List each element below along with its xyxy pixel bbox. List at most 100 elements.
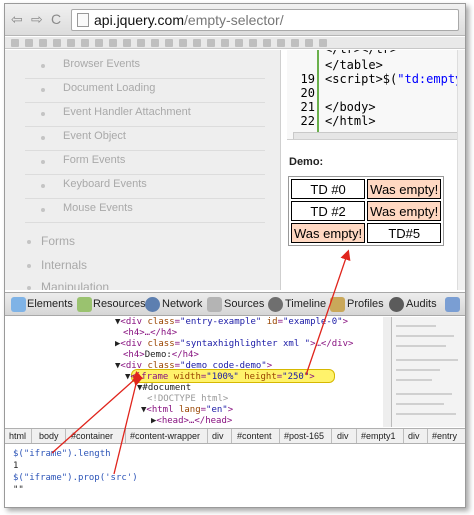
devtools-toolbar: Elements Resources Network Sources Timel…	[5, 292, 465, 316]
style-rule	[396, 379, 432, 381]
bookmark-icon[interactable]	[319, 39, 327, 47]
table-row: TD #2 Was empty!	[291, 201, 442, 221]
dom-node[interactable]: <h4>…</h4>	[123, 328, 177, 338]
bookmark-icon[interactable]	[277, 39, 285, 47]
horizontal-scrollbar[interactable]	[293, 132, 461, 139]
divider	[25, 78, 265, 79]
sidebar-item-document-loading[interactable]: Document Loading	[63, 82, 155, 94]
style-rule	[396, 393, 452, 395]
bookmark-icon[interactable]	[291, 39, 299, 47]
page-scrollbar[interactable]	[457, 50, 465, 290]
bookmark-icon[interactable]	[249, 39, 257, 47]
table-cell: TD#5	[367, 223, 442, 243]
line-number: 20	[300, 86, 315, 100]
browser-toolbar: ⇦ ⇨ C api.jquery.com/empty-selector/	[5, 4, 465, 36]
table-row: TD #0 Was empty!	[291, 179, 442, 199]
tab-profiles[interactable]: Profiles	[347, 298, 384, 310]
style-rule	[396, 325, 436, 327]
breadcrumb-item[interactable]: div	[212, 431, 224, 441]
breadcrumb-item[interactable]: #entry	[432, 431, 457, 441]
breadcrumb-item[interactable]: body	[39, 431, 59, 441]
bookmark-icon[interactable]	[193, 39, 201, 47]
bookmark-icon[interactable]	[235, 39, 243, 47]
tab-network[interactable]: Network	[162, 298, 202, 310]
bookmark-icon[interactable]	[305, 39, 313, 47]
sidebar-item-internals[interactable]: Internals	[41, 258, 87, 272]
divider	[25, 150, 265, 151]
demo-heading: Demo:	[289, 156, 324, 168]
divider	[279, 429, 280, 443]
tab-resources[interactable]: Resources	[93, 298, 146, 310]
dom-node[interactable]: <h4>Demo:</h4>	[123, 350, 199, 360]
tab-sources[interactable]: Sources	[224, 298, 264, 310]
bookmark-icon[interactable]	[179, 39, 187, 47]
dom-node[interactable]: ▶<div class="syntaxhighlighter xml ">…</…	[115, 339, 353, 349]
bookmark-icon[interactable]	[221, 39, 229, 47]
breadcrumb-item[interactable]: html	[9, 431, 26, 441]
dom-node-document[interactable]: ▼#document	[137, 383, 191, 393]
dom-node[interactable]: ▼<html lang="en">	[141, 405, 233, 415]
bookmark-icon[interactable]	[123, 39, 131, 47]
bookmark-icon[interactable]	[207, 39, 215, 47]
line-number: 21	[300, 100, 315, 114]
dom-node[interactable]: ▼<div class="demo code-demo">	[115, 361, 272, 371]
breadcrumb-item[interactable]: #post-165	[284, 431, 324, 441]
audits-icon	[389, 297, 404, 312]
breadcrumb-item[interactable]: #content	[237, 431, 272, 441]
console-panel[interactable]: $("iframe").length 1 $("iframe").prop('s…	[5, 445, 465, 507]
url-domain: api.jquery.com	[94, 12, 185, 28]
breadcrumb-item[interactable]: #empty1	[361, 431, 396, 441]
bookmark-icon[interactable]	[53, 39, 61, 47]
sidebar: Browser Events Document Loading Event Ha…	[5, 50, 281, 290]
dom-node-iframe[interactable]: ▼<iframe width="100%" height="250">	[125, 372, 315, 382]
bookmark-icon[interactable]	[165, 39, 173, 47]
sidebar-item-manipulation[interactable]: Manipulation	[41, 280, 109, 290]
bookmark-icon[interactable]	[81, 39, 89, 47]
sidebar-item-mouse-events[interactable]: Mouse Events	[63, 202, 133, 214]
bookmark-icon[interactable]	[95, 39, 103, 47]
divider	[25, 126, 265, 127]
bookmark-icon[interactable]	[67, 39, 75, 47]
address-bar[interactable]: api.jquery.com/empty-selector/	[71, 9, 459, 31]
bullet-icon	[27, 240, 31, 244]
sidebar-item-browser-events[interactable]: Browser Events	[63, 58, 140, 70]
table-cell: TD #0	[291, 179, 366, 199]
reload-icon[interactable]: C	[51, 12, 61, 26]
tab-elements[interactable]: Elements	[27, 298, 73, 310]
console-icon[interactable]	[445, 297, 460, 312]
tab-audits[interactable]: Audits	[406, 298, 437, 310]
divider	[427, 429, 428, 443]
tab-timeline[interactable]: Timeline	[285, 298, 326, 310]
style-rule	[396, 335, 454, 337]
code-sample: </tr></tr> </table> 19 <script>$("td:emp…	[287, 50, 465, 140]
sidebar-item-event-object[interactable]: Event Object	[63, 130, 126, 142]
sidebar-item-keyboard-events[interactable]: Keyboard Events	[63, 178, 147, 190]
sidebar-item-forms[interactable]: Forms	[41, 234, 75, 248]
code-line: </body>	[325, 100, 376, 114]
divider	[25, 222, 265, 223]
breadcrumb-item[interactable]: #container	[71, 431, 113, 441]
breadcrumb-item[interactable]: div	[408, 431, 420, 441]
back-icon[interactable]: ⇦	[11, 12, 23, 26]
sidebar-item-event-handler-attachment[interactable]: Event Handler Attachment	[63, 106, 191, 118]
sources-icon	[207, 297, 222, 312]
bookmark-icon[interactable]	[263, 39, 271, 47]
bookmark-icon[interactable]	[109, 39, 117, 47]
dom-node-doctype[interactable]: <!DOCTYPE html>	[147, 394, 228, 404]
table-cell-empty: Was empty!	[291, 223, 366, 243]
bookmark-icon[interactable]	[11, 39, 19, 47]
code-line: </html>	[325, 114, 376, 128]
table-cell-empty: Was empty!	[367, 201, 442, 221]
bookmark-icon[interactable]	[39, 39, 47, 47]
breadcrumb-item[interactable]: div	[337, 431, 349, 441]
breadcrumb-item[interactable]: #content-wrapper	[130, 431, 200, 441]
forward-icon[interactable]: ⇨	[31, 12, 43, 26]
bookmark-icon[interactable]	[25, 39, 33, 47]
dom-node[interactable]: ▶<head>…</head>	[151, 416, 232, 426]
elements-scrollbar[interactable]	[383, 317, 391, 427]
timeline-icon	[268, 297, 283, 312]
bookmark-icon[interactable]	[151, 39, 159, 47]
dom-node[interactable]: ▼<div class="entry-example" id="example-…	[115, 317, 348, 327]
bookmark-icon[interactable]	[137, 39, 145, 47]
sidebar-item-form-events[interactable]: Form Events	[63, 154, 125, 166]
